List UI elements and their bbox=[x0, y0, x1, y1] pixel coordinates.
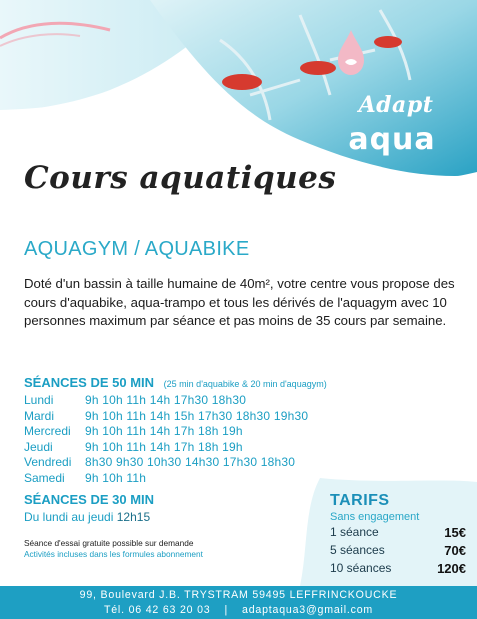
schedule-row: Samedi 9h 10h 11h bbox=[24, 471, 308, 487]
schedule-row: Lundi 9h 10h 11h 14h 17h30 18h30 bbox=[24, 393, 308, 409]
tarif-row: 1 séance 15€ bbox=[330, 523, 466, 541]
tarifs-subtitle: Sans engagement bbox=[330, 511, 420, 523]
schedule-row: Jeudi 9h 10h 11h 14h 17h 18h 19h bbox=[24, 440, 308, 456]
schedule-times: 9h 10h 11h 14h 17h 18h 19h bbox=[85, 439, 243, 454]
sessions-50-note: (25 min d'aquabike & 20 min d'aquagym) bbox=[163, 379, 327, 389]
schedule-table: Lundi 9h 10h 11h 14h 17h30 18h30 Mardi 9… bbox=[24, 393, 308, 486]
footer-address: 99, Boulevard J.B. TRYSTRAM 59495 LEFFRI… bbox=[79, 589, 398, 601]
tarif-price: 15€ bbox=[444, 524, 466, 540]
sessions-30-line: Du lundi au jeudi 12h15 bbox=[24, 510, 150, 524]
footer-phone[interactable]: Tél. 06 42 63 20 03 bbox=[104, 604, 211, 616]
tarif-label: 10 séances bbox=[330, 561, 392, 575]
schedule-times: 9h 10h 11h 14h 17h 18h 19h bbox=[85, 424, 243, 438]
schedule-row: Vendredi 8h30 9h30 10h30 14h30 17h30 18h… bbox=[24, 455, 308, 471]
sessions-50-title: SÉANCES DE 50 MIN bbox=[24, 375, 155, 390]
tarif-price: 70€ bbox=[444, 542, 466, 558]
schedule-times: 8h30 9h30 10h30 14h30 17h30 18h30 bbox=[85, 455, 296, 469]
logo-word-adapt: Adapt bbox=[358, 92, 434, 118]
tarif-label: 5 séances bbox=[330, 543, 385, 557]
water-drop-icon bbox=[338, 30, 364, 75]
logo-word-aqua: aqua bbox=[348, 122, 436, 157]
footer-bar: 99, Boulevard J.B. TRYSTRAM 59495 LEFFRI… bbox=[0, 586, 477, 619]
trial-line: Séance d'essai gratuite possible sur dem… bbox=[24, 538, 194, 548]
tarifs-title: TARIFS bbox=[330, 492, 390, 509]
schedule-row: Mardi 9h 10h 11h 14h 15h 17h30 18h30 19h… bbox=[24, 409, 308, 425]
sessions-50-heading: SÉANCES DE 50 MIN (25 min d'aquabike & 2… bbox=[24, 375, 327, 390]
adapt-aqua-logo: Adapt aqua bbox=[336, 30, 448, 168]
tarif-price: 120€ bbox=[437, 560, 466, 576]
tarif-row: 10 séances 120€ bbox=[330, 559, 466, 577]
tarifs-box: TARIFS Sans engagement 1 séance 15€ 5 sé… bbox=[330, 492, 466, 577]
schedule-day: Mercredi bbox=[24, 424, 71, 438]
sessions-30-days: Du lundi au jeudi bbox=[24, 510, 114, 524]
schedule-times: 9h 10h 11h 14h 17h30 18h30 bbox=[85, 393, 247, 407]
tarif-row: 5 séances 70€ bbox=[330, 541, 466, 559]
section-subtitle: AQUAGYM / AQUABIKE bbox=[24, 238, 250, 260]
schedule-day: Samedi bbox=[24, 470, 65, 485]
footer-separator: | bbox=[224, 604, 229, 616]
schedule-day: Lundi bbox=[24, 393, 54, 407]
sessions-30-time: 12h15 bbox=[116, 510, 151, 524]
schedule-row: Mercredi 9h 10h 11h 14h 17h 18h 19h bbox=[24, 424, 308, 440]
schedule-times: 9h 10h 11h bbox=[85, 470, 147, 485]
sessions-30-heading: SÉANCES DE 30 MIN bbox=[24, 492, 155, 507]
footer-email[interactable]: adaptaqua3@gmail.com bbox=[242, 604, 373, 616]
page-title: Cours aquatiques bbox=[24, 160, 337, 196]
trial-notice: Séance d'essai gratuite possible sur dem… bbox=[24, 538, 203, 559]
schedule-day: Mardi bbox=[24, 408, 55, 423]
intro-paragraph: Doté d'un bassin à taille humaine de 40m… bbox=[24, 276, 455, 329]
schedule-times: 9h 10h 11h 14h 15h 17h30 18h30 19h30 bbox=[85, 408, 309, 423]
schedule-day: Vendredi bbox=[24, 455, 72, 469]
footer-contact: Tél. 06 42 63 20 03 | adaptaqua3@gmail.com bbox=[0, 604, 477, 616]
tarif-label: 1 séance bbox=[330, 525, 379, 539]
subscription-line: Activités incluses dans les formules abo… bbox=[24, 548, 203, 559]
schedule-day: Jeudi bbox=[24, 439, 53, 454]
